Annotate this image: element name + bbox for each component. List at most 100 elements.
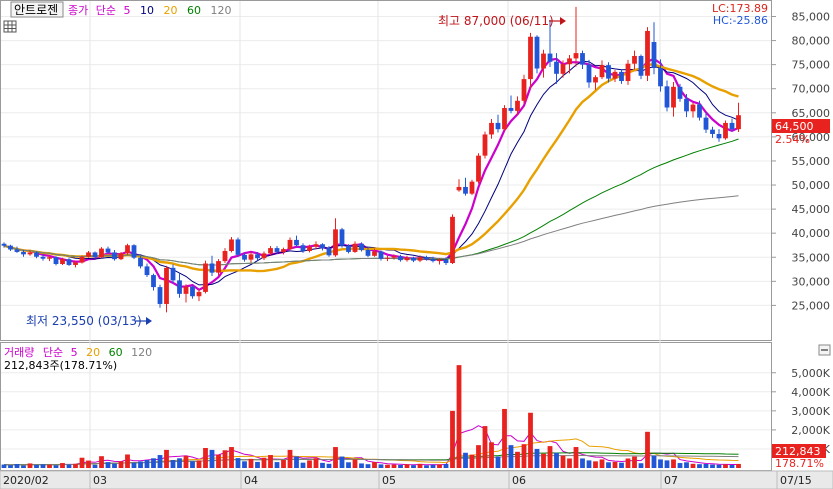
candle-body [534,36,540,69]
candle-body [21,251,26,255]
candle-body [489,122,494,135]
volume-bar [411,465,416,468]
volume-bar [203,447,208,468]
volume-bar [690,463,696,468]
candle-body [625,63,631,82]
volume-bar [723,464,728,468]
volume-bar [359,463,364,468]
candle-body [352,243,358,252]
candle-body [151,275,156,288]
high-annotation: 최고 87,000 (06/11) [438,14,554,28]
volume-bar [619,462,624,468]
candle-body [281,249,286,252]
candle-body [580,53,585,65]
volume-bar [131,462,137,468]
candle-body [476,155,481,182]
stock-name[interactable]: 안트로젠 [14,3,58,17]
volume-bar [8,465,13,468]
volume-bar [664,460,670,468]
candle-body [424,257,429,260]
last-volume-percent: 178.71% [775,457,824,470]
candle-body [521,79,527,101]
candle-body [547,53,553,62]
candle-body [495,122,501,130]
candle-body [612,71,618,79]
volume-bar [333,447,338,468]
volume-bar [378,464,384,468]
volume-bar [677,463,683,468]
volume-bar [157,455,163,468]
candle-body [1,243,7,246]
volume-bar [352,459,358,468]
candle-body [645,30,650,76]
table-icon[interactable] [3,20,17,33]
candle-body [60,259,65,264]
volume-title: 거래량 [4,346,34,359]
volume-ma-60: 60 [109,346,123,359]
candle-body [437,259,442,262]
candle-body [515,100,520,111]
price-tick-label: 80,000 [792,35,831,48]
volume-bar [606,462,611,468]
volume-bar [476,445,481,468]
candle-body [105,248,111,253]
volume-bar [385,464,390,468]
volume-bar [430,464,436,468]
volume-bar [736,463,741,468]
candle-body [203,263,208,292]
volume-bar [534,448,540,468]
volume-bar [593,461,598,468]
close-label: 종가 [68,4,88,17]
candle-body [664,86,670,108]
candle-body [287,239,293,250]
collapse-icon[interactable] [818,344,831,356]
volume-bar [86,460,91,468]
volume-bar [34,464,39,468]
candle-body [365,250,371,256]
volume-bar [567,458,572,468]
volume-bar [99,456,104,468]
candle-body [359,243,364,251]
volume-bar [612,461,618,468]
candle-body [27,252,33,255]
volume-bar [196,460,202,468]
candle-body [482,134,488,156]
candle-body [606,65,611,79]
candle-body [92,252,98,258]
candle-body [235,239,241,255]
candle-body [567,58,572,65]
volume-bar [112,463,117,468]
ma-period-60: 60 [187,4,201,17]
candle-body [164,267,169,304]
candle-body [651,42,657,69]
stock-chart[interactable]: 25,00030,00035,00040,00045,00050,00055,0… [0,0,833,489]
candle-body [599,65,605,78]
volume-bar [586,460,592,468]
candle-body [710,129,715,134]
volume-tick-label: 5,000K [791,367,830,380]
volume-ma-label: 단순 [43,346,63,359]
candle-body [450,216,455,264]
candle-body [274,248,280,252]
x-axis-label: 06 [512,474,526,487]
candle-body [313,244,319,247]
volume-bar [326,463,332,468]
volume-ma-5: 5 [71,346,78,359]
candle-body [8,245,13,250]
candle-body [411,257,416,261]
price-tick-label: 75,000 [792,59,831,72]
volume-bar [625,458,631,468]
candle-body [196,291,202,297]
candle-body [554,61,559,74]
volume-bar [40,464,46,468]
volume-bar [469,454,475,468]
volume-bar [372,462,377,468]
candle-body [170,267,176,281]
price-tick-label: 35,000 [792,251,831,264]
price-tick-label: 25,000 [792,299,831,312]
volume-bar [255,461,260,468]
low-annotation: 최저 23,550 (03/13) [26,314,142,328]
volume-bar [489,442,494,468]
volume-bar [554,452,559,468]
volume-bar [235,458,241,468]
